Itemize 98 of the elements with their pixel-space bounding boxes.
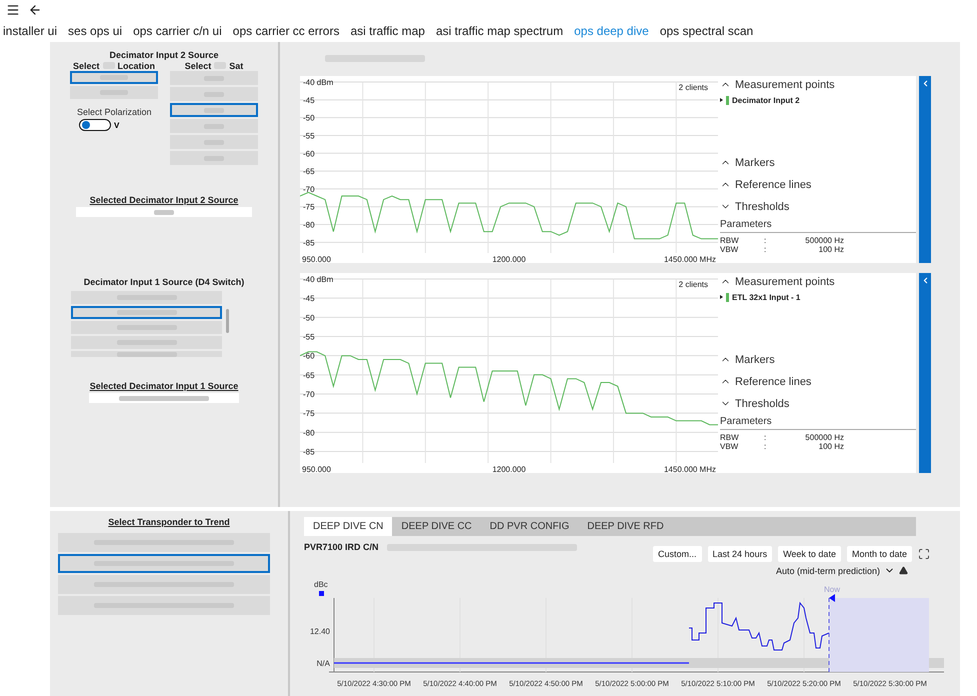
nav-tab[interactable]: ops deep dive — [574, 24, 649, 38]
legend-marker — [319, 591, 324, 596]
section-header[interactable]: Thresholds — [735, 201, 790, 213]
polarization-toggle[interactable] — [79, 119, 111, 131]
section-title: Selected Decimator Input 2 Source — [88, 195, 240, 205]
x-axis-label: 950.000 — [302, 255, 331, 263]
section-header[interactable]: Measurement points — [735, 276, 835, 288]
section-header[interactable]: Reference lines — [735, 179, 812, 191]
param-value: 100 Hz — [818, 245, 844, 254]
bullet-icon — [720, 295, 723, 299]
y-axis-label: -80 — [303, 220, 315, 230]
param-name: VBW — [720, 245, 740, 254]
nav-tab[interactable]: asi traffic map — [350, 24, 425, 38]
section-header[interactable]: Measurement points — [735, 79, 835, 91]
y-axis-label: -55 — [303, 332, 315, 342]
y-axis-label: -55 — [303, 131, 315, 140]
param-name: VBW — [720, 442, 740, 451]
section-header[interactable]: Markers — [735, 354, 775, 366]
x-axis-label: 950.000 — [302, 465, 331, 473]
y-axis-label: -50 — [303, 114, 315, 123]
polarization-label: Select Polarization — [77, 107, 153, 117]
nav-tab[interactable]: installer ui — [3, 24, 58, 38]
range-button[interactable]: Custom... — [653, 546, 702, 562]
param-value: 100 Hz — [818, 442, 844, 451]
unit-label: dBc — [314, 580, 328, 589]
y-axis-label: -45 — [303, 294, 315, 304]
y-axis-label: -65 — [303, 167, 315, 176]
y-axis-label: -85 — [303, 448, 315, 456]
section-title: Decimator Input 1 Source (D4 Switch) — [82, 277, 246, 287]
location-option[interactable] — [70, 71, 158, 84]
nav-tab[interactable]: ops carrier c/n ui — [133, 24, 222, 38]
y-axis-label: -85 — [303, 238, 315, 248]
y-axis-label: -60 — [303, 352, 315, 361]
polarization-value: V — [114, 120, 120, 130]
nav-tab[interactable]: ses ops ui — [68, 24, 122, 38]
param-value: 500000 Hz — [804, 433, 844, 442]
y-axis-label: -80 — [303, 428, 315, 438]
nav-tab[interactable]: ops spectral scan — [660, 24, 754, 38]
parameters-title: Parameters — [720, 219, 916, 233]
section-header[interactable]: Reference lines — [735, 376, 812, 388]
range-button[interactable]: Last 24 hours — [708, 546, 772, 562]
column-header: Select — [72, 60, 100, 70]
y-axis-label: -60 — [303, 149, 315, 158]
x-axis-label: 1450.000 MHz — [664, 255, 716, 263]
scrollbar-thumb[interactable] — [226, 309, 229, 333]
parameters-title: Parameters — [720, 416, 916, 430]
x-axis-label: 1200.000 — [492, 465, 526, 473]
menu-icon[interactable] — [6, 3, 20, 17]
prediction-mode-dropdown[interactable]: Auto (mid-term prediction) — [776, 566, 880, 576]
y-axis-label: -45 — [303, 96, 315, 105]
y-axis-label: -65 — [303, 370, 315, 380]
transponder-option[interactable] — [58, 554, 270, 573]
range-button[interactable]: Week to date — [778, 546, 841, 562]
param-separator: : — [764, 442, 768, 451]
x-axis-label: 1200.000 — [492, 255, 526, 263]
section-title: Select Transponder to Trend — [107, 517, 231, 527]
measurement-point: Decimator Input 2 — [732, 96, 800, 104]
y-axis-label: -70 — [303, 184, 315, 194]
param-separator: : — [764, 236, 768, 245]
range-button[interactable]: Month to date — [846, 546, 912, 562]
warning-icon — [899, 566, 908, 575]
measurement-point: ETL 32x1 Input - 1 — [732, 292, 800, 302]
satellite-option[interactable] — [170, 103, 258, 117]
y-axis-label: -70 — [303, 390, 315, 399]
nav-tab[interactable]: asi traffic map spectrum — [436, 24, 564, 38]
section-title: Selected Decimator Input 1 Source — [88, 381, 240, 391]
chart-title: PVR7100 IRD C/N — [304, 542, 379, 552]
param-name: RBW — [720, 433, 740, 442]
column-header: Sat — [229, 60, 244, 70]
tab[interactable]: DEEP DIVE CC — [392, 517, 481, 536]
now-flag-icon — [829, 594, 835, 602]
column-header: Location — [118, 60, 156, 70]
source-option[interactable] — [71, 306, 222, 319]
clients-count: 2 clients — [678, 83, 708, 92]
section-header[interactable]: Markers — [735, 157, 775, 169]
now-label: Now — [824, 585, 840, 594]
param-separator: : — [764, 245, 768, 254]
fullscreen-icon[interactable] — [918, 548, 930, 560]
param-separator: : — [764, 433, 768, 442]
section-title: Decimator Input 2 Source — [108, 50, 220, 60]
y-axis-label: -75 — [303, 202, 315, 212]
clients-count: 2 clients — [678, 280, 708, 289]
y-axis-label: -40 dBm — [303, 275, 334, 284]
param-value: 500000 Hz — [804, 236, 844, 245]
y-axis-label: 12.40 — [310, 627, 330, 636]
y-axis-label: N/A — [316, 659, 330, 668]
section-header[interactable]: Thresholds — [735, 398, 790, 410]
tab[interactable]: DEEP DIVE CN — [304, 517, 392, 536]
nav-tab[interactable]: ops carrier cc errors — [232, 24, 340, 38]
y-axis-label: -50 — [303, 313, 315, 322]
x-axis-label: 1450.000 MHz — [664, 465, 716, 473]
tab[interactable]: DEEP DIVE RFD — [578, 517, 673, 536]
y-axis-label: -75 — [303, 409, 315, 418]
bullet-icon — [720, 98, 723, 102]
column-header: Select — [184, 60, 212, 70]
param-name: RBW — [720, 236, 740, 245]
y-axis-label: -40 dBm — [303, 78, 334, 87]
tab[interactable]: DD PVR CONFIG — [480, 517, 578, 536]
